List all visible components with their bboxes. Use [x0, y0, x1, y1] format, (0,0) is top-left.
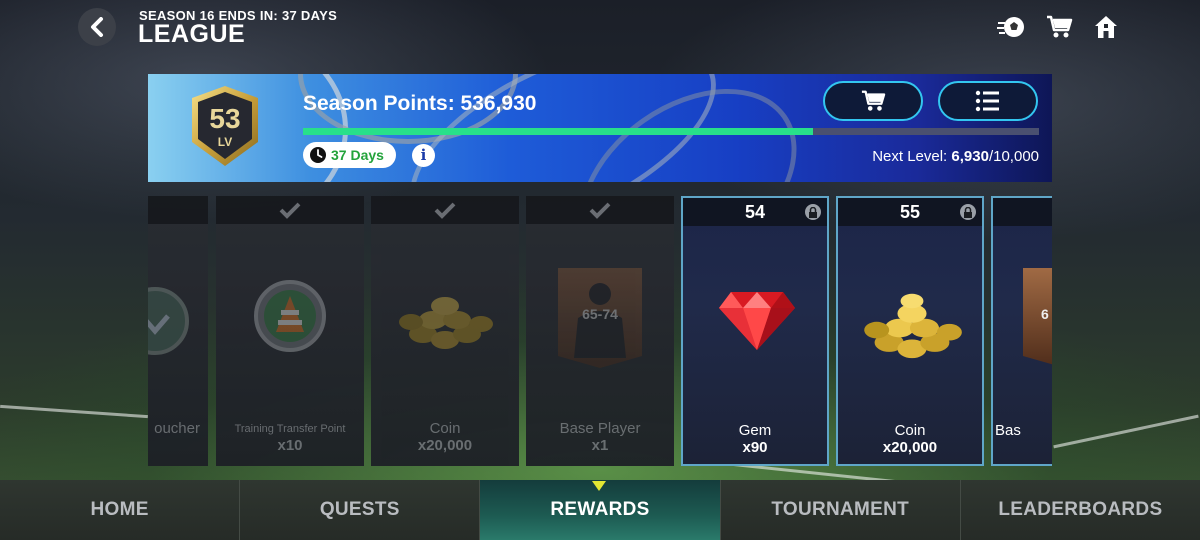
season-banner: 53 LV Season Points: 536,930 37 Days i N… — [148, 74, 1052, 182]
cart-button[interactable] — [1044, 12, 1074, 42]
reward-qty: x90 — [742, 439, 768, 456]
reward-track[interactable]: oucher Training Transfer Point x10 Coin … — [148, 196, 1052, 466]
nav-quests[interactable]: QUESTS — [240, 480, 481, 540]
reward-name: Coin — [429, 420, 461, 437]
nav-leaderboards[interactable]: LEADERBOARDS — [961, 480, 1200, 540]
reward-name: Coin — [894, 422, 926, 439]
reward-card[interactable]: oucher — [148, 196, 208, 466]
reward-name: Gem — [738, 422, 772, 439]
claimed-header — [526, 196, 674, 224]
soccer-ball-icon — [997, 17, 1024, 37]
next-level: Next Level: 6,930/10,000 — [872, 148, 1039, 165]
next-level-current: 6,930 — [951, 148, 989, 165]
gem-icon — [719, 292, 795, 350]
shop-button[interactable] — [823, 81, 923, 121]
nav-home[interactable]: HOME — [0, 480, 241, 540]
lock-icon — [809, 206, 817, 218]
season-points: Season Points: 536,930 — [303, 92, 537, 115]
voucher-icon — [148, 287, 189, 355]
level-badge: 53 LV — [192, 86, 258, 166]
coin-pile-icon — [864, 293, 962, 359]
level-progress-fill — [303, 128, 814, 135]
lock-icon — [964, 206, 972, 218]
days-remaining: 37 Days — [331, 147, 384, 163]
claimed-header — [371, 196, 519, 224]
checkmark-icon — [589, 202, 611, 219]
reward-level — [993, 198, 1052, 226]
reward-qty: x10 — [277, 437, 303, 454]
level-label: LV — [218, 135, 232, 149]
reward-card[interactable]: Training Transfer Point x10 — [216, 196, 364, 466]
checkmark-icon — [434, 202, 456, 219]
coin-pile-icon — [399, 297, 493, 349]
reward-card[interactable]: 6 Bas — [991, 196, 1052, 466]
reward-card[interactable]: 55 Coin x20,000 — [836, 196, 984, 466]
reward-name: Bas — [995, 422, 1021, 439]
reward-card[interactable]: Coin x20,000 — [371, 196, 519, 466]
cart-icon — [1047, 15, 1073, 38]
lock-button — [960, 204, 976, 220]
reward-qty: x20,000 — [417, 437, 473, 454]
back-button[interactable] — [78, 8, 116, 46]
training-transfer-icon — [254, 280, 326, 352]
reward-card[interactable]: 54 Gem x90 — [681, 196, 829, 466]
level-progress-bar — [303, 128, 1039, 135]
reward-name: oucher — [154, 420, 200, 437]
list-icon — [975, 90, 999, 112]
home-icon — [1095, 16, 1117, 38]
checkmark-icon — [279, 202, 301, 219]
pitch-line — [0, 404, 148, 419]
list-button[interactable] — [938, 81, 1038, 121]
pitch-line — [1053, 414, 1199, 449]
days-remaining-pill: 37 Days — [303, 142, 396, 168]
player-card-icon: 65-74 — [558, 268, 642, 368]
reward-name: Training Transfer Point — [234, 423, 346, 435]
card-rating-range: 6 — [1041, 306, 1049, 322]
reward-card[interactable]: 65-74 Base Player x1 — [526, 196, 674, 466]
claimed-header — [148, 196, 208, 224]
lock-button — [805, 204, 821, 220]
level-number: 53 — [209, 103, 240, 134]
player-card-icon: 6 — [1023, 268, 1052, 368]
reward-qty: x20,000 — [882, 439, 938, 456]
info-button[interactable]: i — [412, 144, 435, 167]
back-icon — [91, 17, 103, 37]
home-button[interactable] — [1091, 12, 1121, 42]
card-rating-range: 65-74 — [582, 306, 618, 322]
next-level-total: /10,000 — [988, 148, 1039, 165]
reward-qty: x1 — [591, 437, 609, 454]
nav-tournament[interactable]: TOURNAMENT — [721, 480, 961, 540]
reward-name: Base Player — [559, 420, 641, 437]
claimed-header — [216, 196, 364, 224]
clock-icon — [310, 147, 326, 163]
page-title: LEAGUE — [138, 20, 246, 48]
cart-icon — [861, 90, 886, 111]
next-level-label: Next Level: — [872, 148, 948, 165]
active-tab-indicator — [592, 481, 606, 491]
soccer-ball-button[interactable] — [996, 12, 1026, 42]
